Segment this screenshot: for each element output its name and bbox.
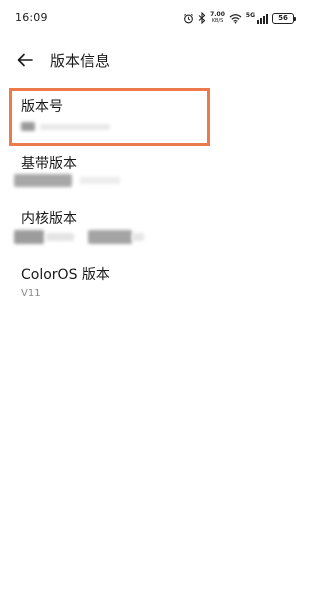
baseband-version-label: 基带版本 — [21, 156, 77, 172]
wifi-icon — [229, 13, 242, 24]
coloros-version-label: ColorOS 版本 — [21, 267, 110, 283]
back-arrow-icon — [17, 52, 33, 71]
page-title: 版本信息 — [50, 52, 111, 70]
coloros-version-value: V11 — [21, 288, 41, 299]
status-bar: 16:09 7.00 KB/S 5G 56 — [0, 0, 306, 38]
kernel-version-item[interactable]: 内核版本 — [0, 203, 306, 255]
cell-signal-icon — [257, 13, 268, 24]
signal-type-label: 5G — [245, 11, 255, 19]
battery-icon: 56 — [272, 12, 296, 24]
alarm-icon — [183, 13, 194, 24]
baseband-version-item[interactable]: 基带版本 — [0, 148, 306, 200]
coloros-version-item[interactable]: ColorOS 版本 V11 — [0, 258, 306, 308]
network-speed: 7.00 KB/S — [210, 12, 225, 25]
kernel-version-label: 内核版本 — [21, 211, 77, 227]
status-icons: 7.00 KB/S 5G 56 — [183, 11, 296, 25]
highlight-box — [9, 88, 210, 146]
bluetooth-icon — [198, 12, 206, 24]
app-header: 版本信息 — [0, 38, 306, 84]
back-button[interactable] — [14, 50, 36, 72]
network-speed-unit: KB/S — [211, 18, 224, 24]
battery-level: 56 — [278, 14, 288, 22]
status-time: 16:09 — [15, 11, 48, 24]
